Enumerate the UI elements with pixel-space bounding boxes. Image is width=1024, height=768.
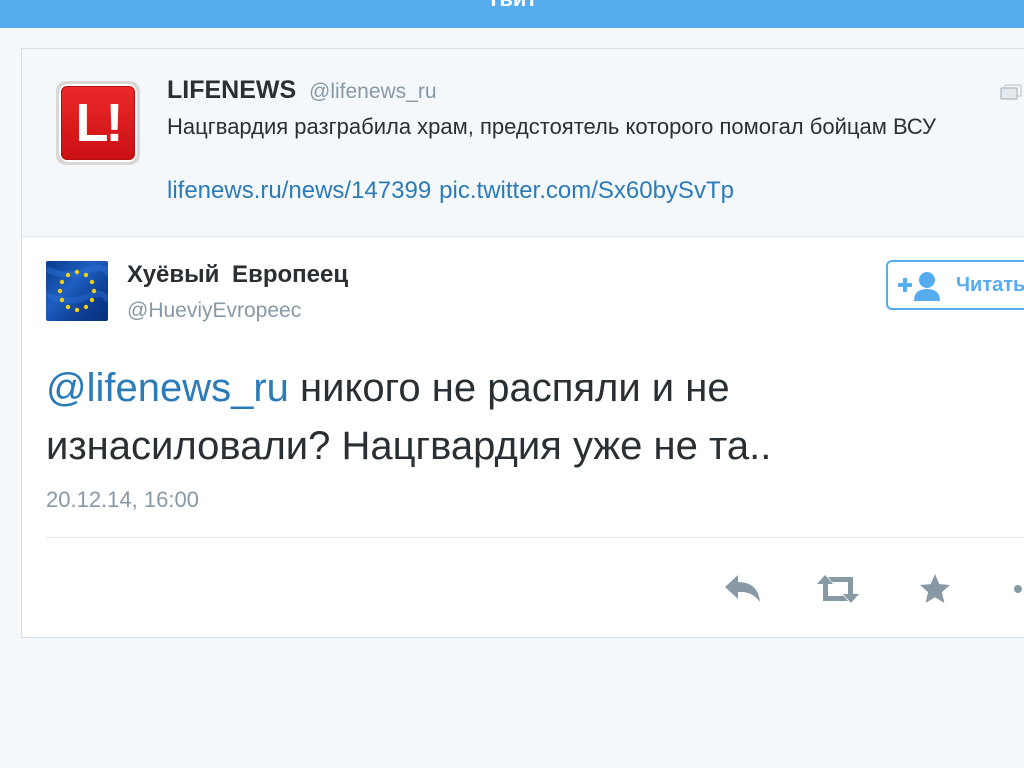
lifenews-logo[interactable]: L! [56, 81, 140, 165]
top-bar: Твит [0, 0, 1024, 28]
lifenews-logo-mark: L! [75, 93, 124, 153]
quoted-links: lifenews.ru/news/147399 pic.twitter.com/S… [167, 177, 742, 205]
more-icon[interactable] [1008, 570, 1024, 608]
tweet-card: L! LIFENEWS @lifenews_ru Нацгвардия разг… [21, 48, 1024, 638]
add-user-icon [898, 272, 940, 301]
article-link[interactable]: lifenews.ru/news/147399 [167, 177, 431, 204]
eu-flag-avatar[interactable] [46, 261, 108, 321]
divider [46, 537, 1024, 538]
tweet-timestamp[interactable]: 20.12.14, 16:00 [46, 487, 199, 513]
mention-link[interactable]: @lifenews_ru [46, 366, 289, 410]
media-link[interactable]: pic.twitter.com/Sx60bySvTp [439, 177, 734, 204]
author-name[interactable]: Хуёвый Европеец [127, 261, 348, 289]
retweet-icon[interactable] [814, 570, 862, 608]
quoted-author-handle[interactable]: @lifenews_ru [309, 80, 437, 104]
tweet-text: @lifenews_ru никого не распяли и не изна… [46, 359, 986, 475]
quoted-tweet-text: Нацгвардия разграбила храм, предстоятель… [167, 114, 937, 139]
favorite-icon[interactable] [918, 570, 952, 608]
quoted-tweet[interactable]: L! LIFENEWS @lifenews_ru Нацгвардия разг… [22, 49, 1024, 237]
follow-label: Читать [956, 274, 1024, 296]
reply-icon[interactable] [722, 570, 762, 608]
eu-flag-icon [46, 264, 108, 313]
author-handle[interactable]: @HueviyEvropeec [127, 299, 301, 323]
top-bar-title: Твит [0, 0, 1024, 12]
gallery-icon[interactable] [1000, 84, 1022, 100]
follow-button[interactable]: Читать [886, 260, 1024, 310]
quoted-author-name[interactable]: LIFENEWS [167, 76, 296, 105]
